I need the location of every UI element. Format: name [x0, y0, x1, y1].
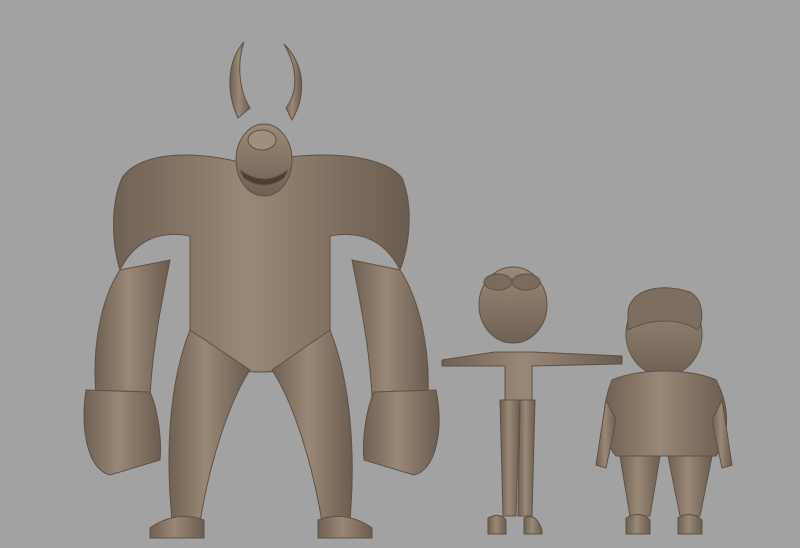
- viewport-render: [0, 0, 800, 548]
